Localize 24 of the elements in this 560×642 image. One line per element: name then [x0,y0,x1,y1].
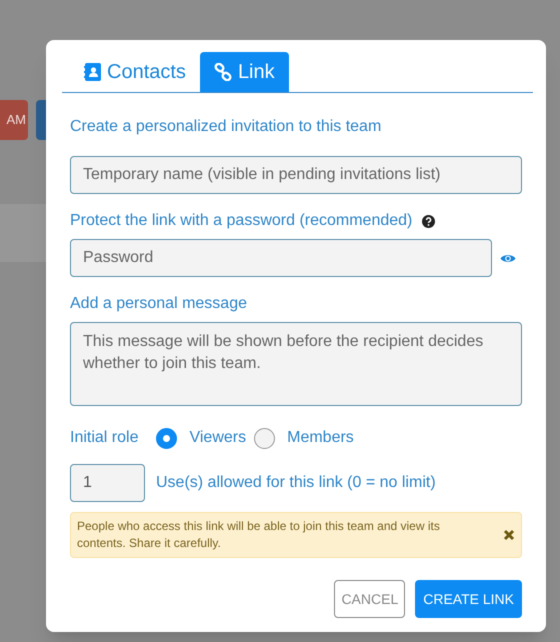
uses-label: Use(s) allowed for this link (0 = no limit) [156,473,436,493]
role-option: Viewers [189,426,246,450]
radio-button[interactable] [156,428,178,448]
intro-text: Create a personalized invitation to this team [70,117,382,137]
role-label: Initial role [70,428,138,448]
message-field[interactable]: This message will be shown before the recipient decides whether to join this team. [70,322,522,406]
radio-button[interactable] [254,428,276,448]
close-icon[interactable] [503,529,515,541]
message-label: Add a personal message [70,294,248,314]
cancel-button[interactable]: CANCEL [334,580,406,618]
create-link-button[interactable]: CREATE LINK [415,580,522,618]
name-field[interactable]: Temporary name (visible in pending invitations list) [70,156,522,194]
password-field[interactable]: Password [70,239,492,277]
role-option: Members [287,426,354,450]
background-band [0,204,46,262]
password-label: Protect the link with a password (recommended) [70,211,412,231]
help-icon[interactable] [422,214,436,228]
uses-field[interactable]: 1 [70,464,145,502]
tab[interactable]: Link [200,52,289,92]
warning-text: People who access this link will be able to join this team and view its contents. Share it carefully. [77,518,441,552]
link-icon [214,63,232,81]
tab[interactable]: Contacts [70,52,200,92]
contact-card-icon [84,63,101,81]
eye-icon[interactable] [500,252,516,264]
